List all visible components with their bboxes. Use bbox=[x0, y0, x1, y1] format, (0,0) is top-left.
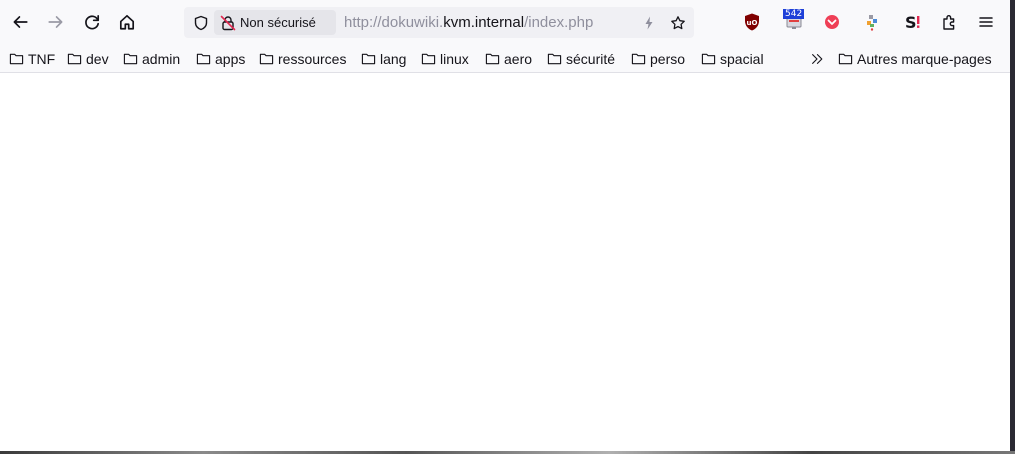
bookmark-folder-perso[interactable]: perso bbox=[631, 48, 685, 69]
s-logo-icon: S bbox=[905, 13, 920, 32]
bookmark-label: dev bbox=[86, 50, 109, 67]
arrow-left-icon bbox=[13, 16, 28, 28]
bookmark-folder-linux[interactable]: linux bbox=[421, 48, 469, 69]
puzzle-icon bbox=[943, 15, 955, 30]
arrow-right-icon bbox=[48, 16, 63, 28]
ublock-extension-button[interactable]: uO bbox=[738, 8, 766, 36]
back-button[interactable] bbox=[5, 7, 35, 37]
monitor-extension-button[interactable]: 542 bbox=[780, 8, 808, 36]
reload-button[interactable] bbox=[77, 7, 107, 37]
menu-button[interactable] bbox=[972, 8, 1000, 36]
color-extension-button[interactable] bbox=[858, 8, 886, 36]
insecure-lock-icon bbox=[220, 15, 236, 30]
security-label: Non sécurisé bbox=[240, 15, 316, 30]
url-prefix: http://dokuwiki. bbox=[344, 14, 444, 31]
folder-icon bbox=[485, 53, 500, 65]
bookmark-label: ressources bbox=[278, 50, 347, 67]
folder-icon bbox=[67, 53, 82, 65]
reload-icon bbox=[85, 14, 100, 30]
site-security-button[interactable]: Non sécurisé bbox=[214, 10, 336, 35]
bookmark-label: apps bbox=[215, 50, 246, 67]
bookmark-folder-aero[interactable]: aero bbox=[485, 48, 532, 69]
extensions-button[interactable] bbox=[936, 8, 964, 36]
folder-icon bbox=[259, 53, 274, 65]
navigation-toolbar: Non sécurisé http://dokuwiki.kvm.interna… bbox=[0, 0, 1010, 44]
folder-icon bbox=[196, 53, 211, 65]
bookmark-label: sécurité bbox=[566, 50, 616, 67]
bookmark-folder-other[interactable]: Autres marque-pages bbox=[838, 48, 992, 69]
folder-icon bbox=[631, 53, 646, 65]
folder-icon bbox=[123, 53, 138, 65]
bookmark-label: admin bbox=[142, 50, 181, 67]
folder-icon bbox=[9, 53, 24, 65]
folder-icon bbox=[547, 53, 562, 65]
s-extension-button[interactable]: S bbox=[898, 8, 926, 36]
bookmark-folder-admin[interactable]: admin bbox=[123, 48, 180, 69]
bookmark-folder-dev[interactable]: dev bbox=[67, 48, 109, 69]
forward-button[interactable] bbox=[41, 7, 71, 37]
bookmarks-toolbar: TNF dev admin apps ressources lang linux bbox=[0, 44, 1010, 73]
extension-badge: 542 bbox=[783, 9, 805, 19]
bookmark-label: perso bbox=[650, 50, 686, 67]
ublock-icon: uO bbox=[745, 13, 759, 31]
bookmark-folder-apps[interactable]: apps bbox=[196, 48, 245, 69]
bookmark-star-button[interactable] bbox=[666, 11, 689, 34]
svg-text:uO: uO bbox=[747, 19, 758, 27]
bookmark-label: lang bbox=[380, 50, 407, 67]
pocket-icon bbox=[825, 15, 839, 29]
bookmark-label: aero bbox=[504, 50, 533, 67]
double-chevron-right-icon bbox=[812, 53, 823, 64]
tracking-protection-button[interactable] bbox=[188, 10, 213, 35]
bookmark-label: spacial bbox=[720, 50, 764, 67]
folder-icon bbox=[838, 53, 853, 65]
folder-icon bbox=[701, 53, 716, 65]
reader-action-button[interactable] bbox=[637, 11, 660, 34]
lightning-icon bbox=[645, 16, 652, 29]
pocket-extension-button[interactable] bbox=[818, 8, 846, 36]
bookmark-folder-spacial[interactable]: spacial bbox=[701, 48, 764, 69]
url-input[interactable]: http://dokuwiki.kvm.internal/index.php bbox=[344, 14, 593, 31]
url-suffix: /index.php bbox=[524, 14, 594, 31]
url-bar[interactable]: Non sécurisé http://dokuwiki.kvm.interna… bbox=[184, 7, 694, 38]
bookmark-folder-lang[interactable]: lang bbox=[361, 48, 406, 69]
svg-text:S: S bbox=[905, 13, 917, 32]
folder-icon bbox=[421, 53, 436, 65]
bookmark-folder-securite[interactable]: sécurité bbox=[547, 48, 615, 69]
home-button[interactable] bbox=[112, 7, 142, 37]
bookmarks-overflow-button[interactable] bbox=[806, 48, 828, 69]
url-host: kvm.internal bbox=[443, 14, 525, 31]
bookmark-label: TNF bbox=[28, 50, 56, 67]
folder-icon bbox=[361, 53, 376, 65]
hamburger-menu-icon bbox=[979, 17, 993, 27]
bookmark-folder-tnf[interactable]: TNF bbox=[9, 48, 55, 69]
page-content bbox=[0, 74, 1010, 451]
desktop-background bbox=[1010, 0, 1015, 454]
bookmark-label: linux bbox=[440, 50, 469, 67]
home-icon bbox=[119, 14, 135, 30]
bookmark-label: Autres marque-pages bbox=[857, 50, 992, 67]
shield-icon bbox=[194, 15, 207, 30]
browser-window: Non sécurisé http://dokuwiki.kvm.interna… bbox=[0, 0, 1010, 451]
bookmark-folder-ressources[interactable]: ressources bbox=[259, 48, 346, 69]
star-icon bbox=[670, 15, 685, 29]
palette-icon bbox=[867, 15, 877, 31]
